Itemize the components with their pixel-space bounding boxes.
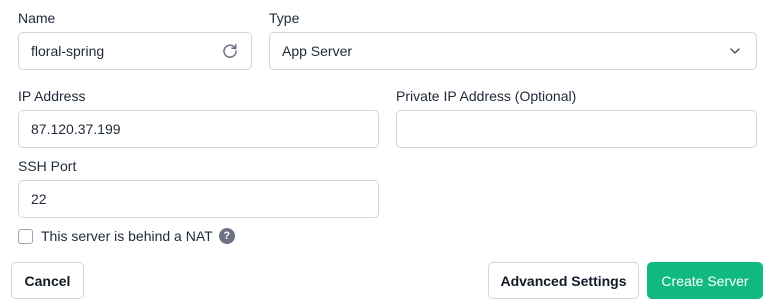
question-circle-icon[interactable]: ?	[218, 228, 235, 244]
private-ip-input[interactable]	[396, 110, 757, 148]
type-label: Type	[269, 10, 300, 26]
type-select[interactable]: App Server	[269, 32, 757, 70]
ssh-port-label: SSH Port	[18, 158, 77, 174]
nat-checkbox-row: This server is behind a NAT ?	[18, 227, 235, 245]
ip-address-input[interactable]: 87.120.37.199	[18, 110, 379, 148]
refresh-icon[interactable]	[221, 42, 239, 60]
private-ip-label: Private IP Address (Optional)	[396, 88, 577, 104]
ip-address-label: IP Address	[18, 88, 86, 104]
cancel-button[interactable]: Cancel	[11, 262, 84, 299]
nat-checkbox[interactable]	[18, 228, 33, 244]
name-label: Name	[18, 10, 56, 26]
name-value: floral-spring	[31, 43, 105, 59]
ssh-port-input[interactable]: 22	[18, 180, 379, 218]
type-value: App Server	[282, 43, 353, 59]
name-input[interactable]: floral-spring	[18, 32, 252, 70]
advanced-settings-button[interactable]: Advanced Settings	[488, 262, 639, 299]
ssh-port-value: 22	[31, 191, 47, 207]
create-server-button[interactable]: Create Server	[647, 262, 763, 299]
chevron-down-icon	[726, 42, 744, 60]
nat-checkbox-label[interactable]: This server is behind a NAT	[41, 228, 213, 244]
ip-address-value: 87.120.37.199	[31, 121, 121, 137]
